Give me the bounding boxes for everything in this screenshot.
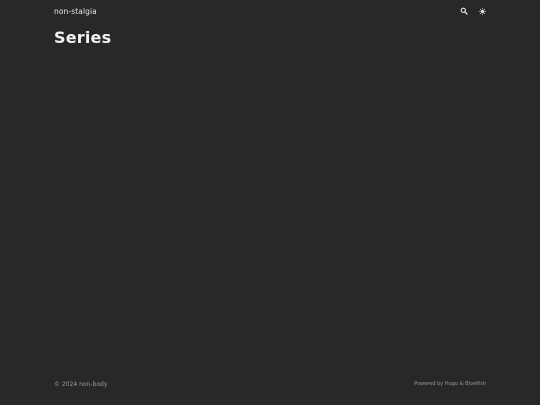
- powered-by-text: Powered by Hugo & Blowfish: [414, 381, 486, 387]
- site-title-link[interactable]: non-stalgia: [54, 7, 97, 16]
- powered-by-prefix: Powered by: [414, 381, 444, 387]
- page-title: Series: [54, 28, 112, 47]
- header-actions: [460, 7, 486, 15]
- site-footer: © 2024 non-body Powered by Hugo & Blowfi…: [54, 378, 486, 390]
- theme-toggle-button[interactable]: [478, 7, 486, 15]
- site-header: non-stalgia: [54, 0, 486, 22]
- blowfish-link[interactable]: Blowfish: [465, 381, 486, 387]
- search-button[interactable]: [460, 7, 468, 15]
- search-icon: [460, 7, 468, 15]
- theme-toggle-icon: [478, 7, 486, 15]
- hugo-link[interactable]: Hugo: [445, 381, 458, 387]
- copyright-text: © 2024 non-body: [54, 380, 108, 388]
- powered-by-separator: &: [459, 381, 464, 387]
